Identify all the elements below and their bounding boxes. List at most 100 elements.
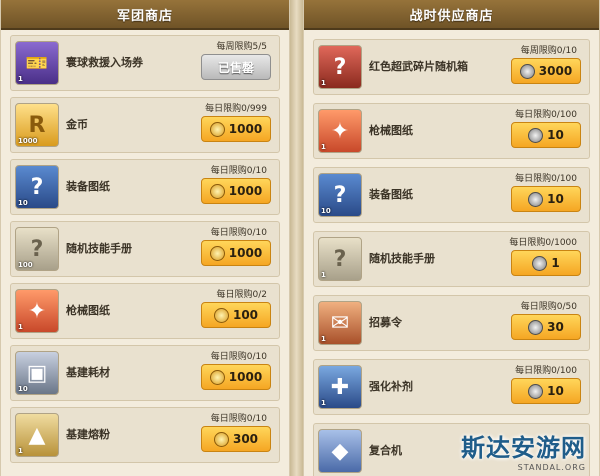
price-label: 1000	[228, 246, 263, 260]
price-label: 10	[547, 192, 564, 206]
legion-coin-icon	[209, 369, 225, 385]
item-name: 复合机	[369, 444, 402, 457]
buy-button[interactable]: 300	[201, 426, 271, 452]
shop-item-row: ✦ 1 枪械图纸 每日限购0/2 100	[10, 283, 280, 339]
shop-item-row: ? 1 随机技能手册 每日限购0/1000 1	[313, 231, 590, 287]
item-name: 枪械图纸	[66, 304, 110, 317]
item-name: 招募令	[369, 316, 402, 329]
shop-item-row: ▣ 10 基建耗材 每日限购0/10 1000	[10, 345, 280, 401]
supply-coin-icon	[528, 191, 544, 207]
watermark-text: 斯达安游网	[461, 434, 586, 462]
price-label: 10	[547, 384, 564, 398]
purchase-limit: 每日限购0/2	[216, 290, 268, 300]
item-name: 装备图纸	[369, 188, 413, 201]
shop-item-row: 🎫 1 寰球救援入场券 每周限购5/5 已售罄	[10, 35, 280, 91]
composite-icon: ◆	[318, 429, 362, 473]
legion-coin-icon	[209, 183, 225, 199]
purchase-limit: 每日限购0/10	[210, 228, 267, 238]
price-label: 300	[232, 432, 259, 446]
buy-button[interactable]: 1000	[201, 240, 271, 266]
buy-button[interactable]: 10	[511, 378, 581, 404]
price-label: 1000	[228, 370, 263, 384]
price-label: 1000	[228, 122, 263, 136]
legion-shop-title: 军团商店	[1, 0, 289, 30]
price-label: 3000	[538, 64, 573, 78]
supply-coin-icon	[528, 127, 544, 143]
purchase-limit: 每日限购0/100	[515, 366, 577, 376]
purchase-limit: 每周限购5/5	[216, 42, 268, 52]
shop-item-row: ? 10 装备图纸 每日限购0/100 10	[313, 167, 590, 223]
buy-button[interactable]: 1000	[201, 178, 271, 204]
shop-item-row: ? 100 随机技能手册 每日限购0/10 1000	[10, 221, 280, 277]
supply-coin-icon	[528, 319, 544, 335]
price-label: 100	[232, 308, 259, 322]
buy-button[interactable]: 1	[511, 250, 581, 276]
buy-button[interactable]: 10	[511, 186, 581, 212]
price-label: 1000	[228, 184, 263, 198]
shop-item-row: R 1000 金币 每日限购0/999 1000	[10, 97, 280, 153]
site-watermark: 斯达安游网 STANDAL.ORG	[461, 428, 586, 472]
panel-divider	[290, 0, 303, 476]
item-name: 金币	[66, 118, 88, 131]
buy-button[interactable]: 100	[201, 302, 271, 328]
purchase-limit: 每日限购0/100	[515, 174, 577, 184]
purchase-limit: 每日限购0/1000	[509, 238, 577, 248]
legion-coin-icon	[209, 245, 225, 261]
supply-coin-icon	[519, 63, 535, 79]
shop-item-row: ▲ 1 基建熔粉 每日限购0/10 300	[10, 407, 280, 463]
price-label: 1	[551, 256, 560, 270]
skill-manual-icon: ? 1	[318, 237, 362, 281]
item-name: 红色超武碎片随机箱	[369, 60, 468, 73]
recruit-order-icon: ✉ 1	[318, 301, 362, 345]
buy-button[interactable]: 30	[511, 314, 581, 340]
purchase-limit: 每日限购0/50	[520, 302, 577, 312]
equipment-blueprint-icon: ? 10	[15, 165, 59, 209]
supply-coin-icon	[528, 383, 544, 399]
purchase-limit: 每日限购0/999	[205, 104, 267, 114]
sold-out-button[interactable]: 已售罄	[201, 54, 271, 80]
construction-powder-icon: ▲ 1	[15, 413, 59, 457]
legion-shop-panel: 军团商店 🎫 1 寰球救援入场券 每周限购5/5 已售罄 R 1000 金币 每…	[0, 0, 290, 476]
shop-item-row: ✚ 1 强化补剂 每日限购0/100 10	[313, 359, 590, 415]
item-name: 基建耗材	[66, 366, 110, 379]
skill-manual-icon: ? 100	[15, 227, 59, 271]
red-chest-icon: ? 1	[318, 45, 362, 89]
shop-item-row: ✉ 1 招募令 每日限购0/50 30	[313, 295, 590, 351]
wartime-supply-shop-panel: 战时供应商店 ? 1 红色超武碎片随机箱 每周限购0/10 3000 ✦ 1 枪…	[303, 0, 600, 476]
purchase-limit: 每周限购0/10	[520, 46, 577, 56]
gun-blueprint-icon: ✦ 1	[15, 289, 59, 333]
construction-material-icon: ▣ 10	[15, 351, 59, 395]
supply-coin-icon	[532, 255, 548, 271]
item-name: 枪械图纸	[369, 124, 413, 137]
buy-button[interactable]: 1000	[201, 116, 271, 142]
watermark-url: STANDAL.ORG	[517, 463, 586, 472]
syringe-icon: ✚ 1	[318, 365, 362, 409]
price-label: 10	[547, 128, 564, 142]
buy-button[interactable]: 10	[511, 122, 581, 148]
shop-item-row: ✦ 1 枪械图纸 每日限购0/100 10	[313, 103, 590, 159]
gun-blueprint-icon: ✦ 1	[318, 109, 362, 153]
shop-item-row: ? 1 红色超武碎片随机箱 每周限购0/10 3000	[313, 39, 590, 95]
gold-coin-icon: R 1000	[15, 103, 59, 147]
purchase-limit: 每日限购0/100	[515, 110, 577, 120]
buy-button[interactable]: 1000	[201, 364, 271, 390]
item-name: 装备图纸	[66, 180, 110, 193]
legion-coin-icon	[213, 307, 229, 323]
price-label: 已售罄	[217, 60, 254, 75]
legion-coin-icon	[209, 121, 225, 137]
item-name: 寰球救援入场券	[66, 56, 143, 69]
equipment-blueprint-icon: ? 10	[318, 173, 362, 217]
item-name: 基建熔粉	[66, 428, 110, 441]
wartime-shop-title: 战时供应商店	[304, 0, 599, 30]
purchase-limit: 每日限购0/10	[210, 166, 267, 176]
item-name: 随机技能手册	[66, 242, 132, 255]
shop-item-row: ? 10 装备图纸 每日限购0/10 1000	[10, 159, 280, 215]
buy-button[interactable]: 3000	[511, 58, 581, 84]
purchase-limit: 每日限购0/10	[210, 352, 267, 362]
legion-coin-icon	[213, 431, 229, 447]
item-name: 随机技能手册	[369, 252, 435, 265]
purchase-limit: 每日限购0/10	[210, 414, 267, 424]
ticket-icon: 🎫 1	[15, 41, 59, 85]
item-name: 强化补剂	[369, 380, 413, 393]
price-label: 30	[547, 320, 564, 334]
